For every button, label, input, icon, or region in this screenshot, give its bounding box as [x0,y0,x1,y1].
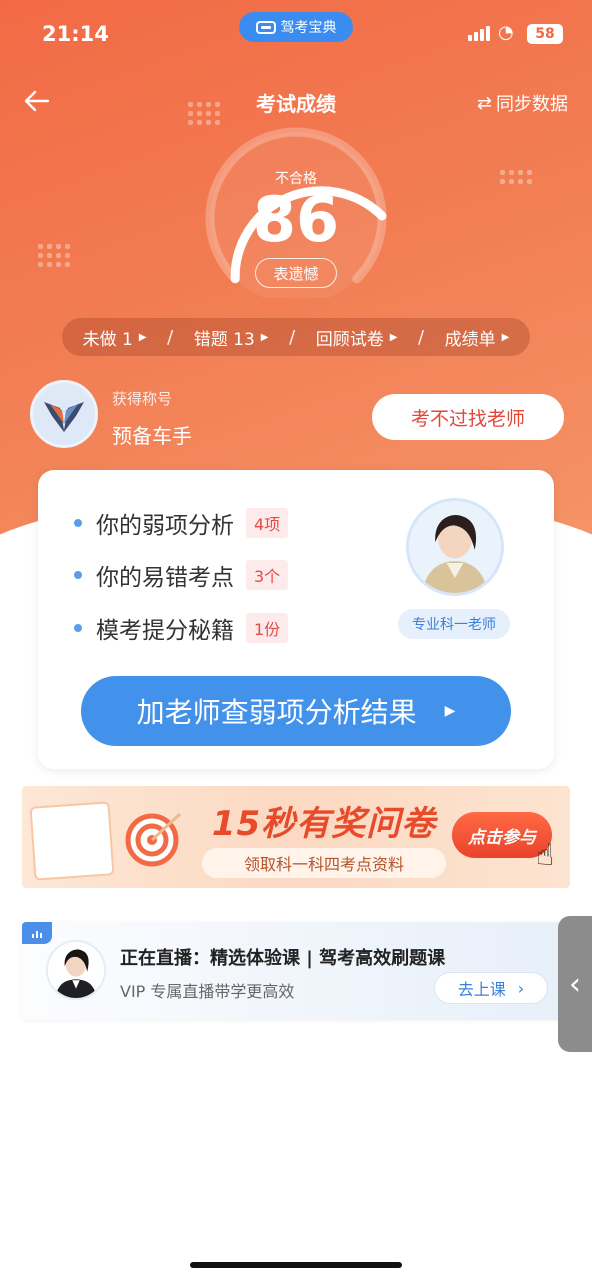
weakness-analysis-button[interactable]: 加老师查弱项分析结果 ▶ [81,676,511,746]
triangle-right-icon: ▶ [444,703,456,719]
item-text: 模考提分秘籍 [96,618,234,644]
divider: / [167,326,174,348]
sync-data-button[interactable]: ⇄ 同步数据 [477,90,568,116]
pointing-hand-icon: ☝ [536,838,555,873]
target-icon [125,812,182,867]
list-item: 模考提分秘籍 1份 [74,611,289,645]
banner-subtitle: 领取科一科四考点资料 [202,848,446,878]
find-teacher-button[interactable]: 考不过找老师 [372,394,564,440]
tab-label: 错题 13 [193,329,255,350]
clipboard-illustration [29,801,115,881]
sync-icon: ⇄ [476,92,492,114]
chevron-left-icon: ‹ [569,966,581,1002]
signal-icon [468,26,490,41]
award-name: 预备车手 [112,424,192,448]
item-count: 1份 [246,613,289,643]
side-drawer-handle[interactable]: ‹ [558,916,592,1052]
divider: / [418,326,425,348]
chevron-right-icon: › [517,978,525,998]
tab-review-paper[interactable]: 回顾试卷 ▶ [316,325,398,350]
live-subtitle: VIP 专属直播带学更高效 [120,982,295,1001]
bullet-dot [74,519,82,527]
item-text: 你的弱项分析 [96,513,234,539]
tab-score-report[interactable]: 成绩单 ▶ [445,325,510,350]
tab-label: 未做 1 [82,329,133,350]
item-count: 3个 [246,560,289,590]
title-badge-icon [30,380,98,448]
tab-unanswered[interactable]: 未做 1 ▶ [83,325,147,350]
join-class-button[interactable]: 去上课 › [434,972,548,1004]
live-title: 正在直播：精选体验课 | 驾考高效刷题课 [120,948,446,969]
analysis-card: 你的弱项分析 4项 你的易错考点 3个 模考提分秘籍 1份 专业科一老师 加老师… [38,470,554,769]
triangle-right-icon: ▶ [138,331,147,343]
result-tabs: 未做 1 ▶ / 错题 13 ▶ / 回顾试卷 ▶ / 成绩单 ▶ [62,318,530,356]
live-icon [22,922,52,944]
cta-label: 加老师查弱项分析结果 [136,696,417,729]
triangle-right-icon: ▶ [389,331,398,343]
item-text: 你的易错考点 [96,565,234,591]
tab-label: 成绩单 [444,329,496,350]
tab-wrong-questions[interactable]: 错题 13 ▶ [194,325,269,350]
app-name: 驾考宝典 [280,20,337,36]
list-item: 你的弱项分析 4项 [74,506,289,540]
divider: / [289,326,296,348]
triangle-right-icon: ▶ [260,331,269,343]
host-avatar [46,940,106,1000]
home-indicator[interactable] [190,1262,402,1268]
car-icon [255,20,276,34]
app-return-pill[interactable]: 驾考宝典 [239,12,353,42]
survey-banner[interactable]: 15秒有奖问卷 领取科一科四考点资料 点击参与 ☝ [22,786,570,888]
award-caption: 获得称号 [112,390,173,408]
result-remark: 表遗憾 [255,258,337,288]
item-count: 4项 [246,508,289,538]
live-course-card[interactable]: 正在直播：精选体验课 | 驾考高效刷题课 VIP 专属直播带学更高效 去上课 › [22,922,570,1020]
teacher-avatar [406,498,504,596]
sync-label: 同步数据 [496,94,568,115]
join-class-label: 去上课 [457,980,506,999]
status-time: 21:14 [42,22,109,46]
battery-icon: 58 [527,24,563,44]
exam-score: 86 [252,183,340,256]
bullet-dot [74,624,82,632]
tab-label: 回顾试卷 [315,329,384,350]
list-item: 你的易错考点 3个 [74,558,289,592]
triangle-right-icon: ▶ [501,331,510,343]
teacher-tag: 专业科一老师 [398,609,510,639]
bullet-dot [74,571,82,579]
banner-title: 15秒有奖问卷 [211,804,437,844]
wifi-icon: ◔ [498,22,514,43]
